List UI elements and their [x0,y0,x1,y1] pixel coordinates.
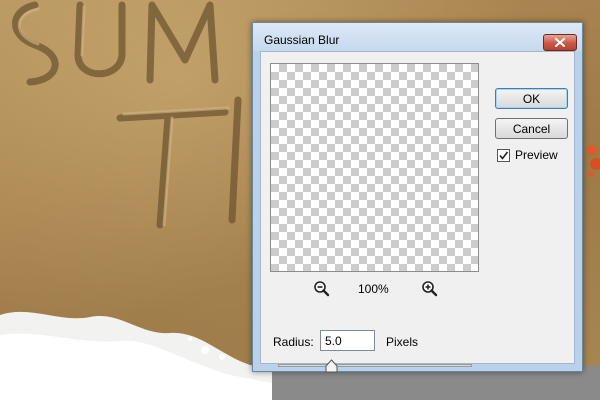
zoom-in-icon[interactable] [421,280,439,298]
radius-label: Radius: [273,335,314,349]
ok-button[interactable]: OK [495,88,568,109]
checkmark-icon [499,151,509,160]
zoom-level: 100% [358,282,389,296]
close-button[interactable] [543,34,577,51]
dialog-title: Gaussian Blur [264,33,340,47]
radius-unit-label: Pixels [386,335,419,349]
preview-area[interactable] [270,63,479,272]
slider-thumb-icon[interactable] [325,359,338,373]
close-icon [555,38,565,47]
dialog-titlebar[interactable]: Gaussian Blur [253,23,582,51]
preview-label: Preview [515,148,558,162]
preview-checkbox[interactable] [497,148,510,162]
starfish-artwork [587,145,600,177]
dialog-content: 100% Radius: Pixels OK Cancel Preview [260,51,575,373]
radius-slider-track[interactable] [278,364,472,367]
preview-checkbox-row[interactable]: Preview [497,148,558,162]
radius-input[interactable] [320,330,375,351]
cancel-button[interactable]: Cancel [495,118,568,139]
zoom-out-icon[interactable] [313,280,331,298]
gaussian-blur-dialog: Gaussian Blur 100% Radius: Pixels OK Can… [252,22,583,373]
